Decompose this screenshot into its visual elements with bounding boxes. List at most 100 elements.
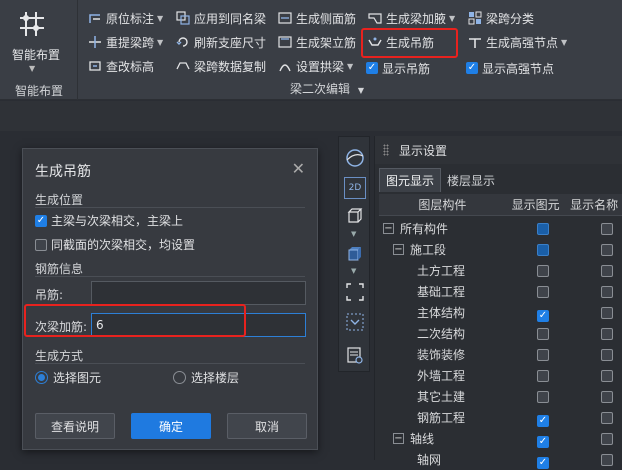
checkbox-unchecked[interactable] [601,432,613,445]
smart-layout-button[interactable] [16,8,48,40]
checkbox-unchecked[interactable] [601,285,613,298]
chevron-down-icon[interactable]: ▼ [351,230,356,238]
radio-select-floor[interactable]: 选择楼层 [173,369,239,386]
respan-button[interactable]: 重提梁跨 ▼ [88,32,163,52]
divider [35,207,305,208]
section-method: 生成方式 [35,349,84,363]
haunch-button[interactable]: 生成梁加腋 ▼ [368,8,455,28]
radio-unchecked[interactable] [173,371,186,384]
elevation-button[interactable]: 查改标高 [88,56,154,76]
2d-view-icon[interactable]: 2D [344,177,366,199]
show-hanger-toggle[interactable]: ✓ 显示吊筋 [366,58,430,78]
span-copy-button[interactable]: 梁跨数据复制 [176,56,266,76]
checkbox-unchecked[interactable] [601,243,613,256]
checkbox-unchecked[interactable] [537,327,549,340]
apply-same-name-button[interactable]: 应用到同名梁 [176,8,266,28]
checkbox-partial[interactable] [537,243,549,256]
checkbox-unchecked[interactable] [601,348,613,361]
chevron-down-icon[interactable]: ▼ [157,38,163,47]
checkbox-unchecked[interactable] [601,369,613,382]
dimension-annotate-button[interactable]: 原位标注 ▼ [88,8,163,28]
chevron-down-icon[interactable]: ▼ [358,86,364,95]
chevron-down-icon[interactable]: ▼ [157,14,163,23]
checkbox-checked[interactable]: ✓ [35,214,47,227]
checkbox-unchecked[interactable] [601,390,613,403]
tree-row[interactable]: − 所有构件 [379,218,622,239]
toolbar-strip [0,101,622,131]
smart-layout-label[interactable]: 智能布置 [6,46,66,63]
chevron-down-icon[interactable]: ▼ [29,64,35,73]
tree-row[interactable]: − 轴线 ✓ [379,428,622,449]
tree-row[interactable]: 装饰装修 [379,344,622,365]
radio-select-element[interactable]: 选择图元 [35,369,101,386]
hanger-input[interactable] [91,281,306,305]
chevron-down-icon[interactable]: ▼ [347,62,353,71]
cancel-button[interactable]: 取消 [227,413,307,439]
checkbox-checked[interactable]: ✓ [366,62,378,74]
option-main-beam[interactable]: ✓ 主梁与次梁相交，主梁上 [35,212,183,229]
help-button[interactable]: 查看说明 [35,413,115,439]
checkbox-unchecked[interactable] [537,348,549,361]
orbit-icon[interactable] [344,147,366,169]
checkbox-unchecked[interactable] [601,327,613,340]
arch-beam-button[interactable]: 设置拱梁 ▼ [278,56,353,76]
checkbox-partial[interactable] [537,222,549,235]
collapse-icon[interactable]: − [393,244,404,255]
checkbox-checked[interactable]: ✓ [537,412,549,427]
tree-row-label: 基础工程 [417,283,465,300]
erect-bar-button[interactable]: 生成架立筋 [278,32,356,52]
display-settings-icon[interactable] [344,345,366,367]
collapse-icon[interactable]: − [393,433,404,444]
checkbox-unchecked[interactable] [601,222,613,235]
tree-row[interactable]: 钢筋工程 ✓ [379,407,622,428]
checkbox-unchecked[interactable] [601,411,613,424]
chevron-down-icon[interactable]: ▼ [561,38,567,47]
checkbox-unchecked[interactable] [35,238,47,251]
tab-element-display[interactable]: 图元显示 [379,168,442,192]
dimension-icon [88,11,102,25]
checkbox-unchecked[interactable] [537,264,549,277]
radio-checked[interactable] [35,371,48,384]
tree-row-name: 所有构件 [400,222,449,236]
fit-view-icon[interactable] [344,281,366,303]
tree-row[interactable]: 土方工程 [379,260,622,281]
solid-cube-icon[interactable] [344,243,366,265]
highlight-box [361,28,458,58]
column-header[interactable]: 显示名称 [565,196,622,213]
column-header[interactable]: 图层构件 [379,196,506,213]
checkbox-unchecked[interactable] [537,390,549,403]
column-header[interactable]: 显示图元 [506,196,566,213]
section-label[interactable]: 梁二次编辑 ▼ [290,80,364,97]
checkbox-checked[interactable]: ✓ [537,307,549,322]
checkbox-unchecked[interactable] [601,306,613,319]
show-high-strength-toggle[interactable]: ✓ 显示高强节点 [466,58,554,78]
select-box-icon[interactable] [344,311,366,333]
checkbox-unchecked[interactable] [537,285,549,298]
option-same-section[interactable]: 同截面的次梁相交，均设置 [35,236,195,253]
tree-row[interactable]: 基础工程 [379,281,622,302]
high-strength-node-button[interactable]: 生成高强节点 ▼ [468,32,567,52]
divider [35,363,305,364]
tree-row[interactable]: 主体结构 ✓ [379,302,622,323]
close-icon[interactable]: ✕ [292,159,305,178]
chevron-down-icon[interactable]: ▼ [351,267,356,275]
drag-handle-icon[interactable] [383,144,389,156]
tree-row-name: 外墙工程 [417,369,466,383]
chevron-down-icon[interactable]: ▼ [449,14,455,23]
refresh-support-button[interactable]: 刷新支座尺寸 [176,32,266,52]
checkbox-unchecked[interactable] [601,264,613,277]
collapse-icon[interactable]: − [383,223,394,234]
radio-label: 选择图元 [53,371,102,385]
cube-icon[interactable] [344,205,366,227]
side-bar-button[interactable]: 生成侧面筋 [278,8,356,28]
tree-row[interactable]: − 施工段 [379,239,622,260]
checkbox-checked[interactable]: ✓ [466,62,478,74]
checkbox-checked[interactable]: ✓ [537,433,549,448]
tree-row[interactable]: 其它土建 [379,386,622,407]
checkbox-unchecked[interactable] [537,369,549,382]
ok-button[interactable]: 确定 [131,413,211,439]
tree-row[interactable]: 二次结构 [379,323,622,344]
tree-row[interactable]: 外墙工程 [379,365,622,386]
span-classify-button[interactable]: 梁跨分类 [468,8,534,28]
tab-floor-display[interactable]: 楼层显示 [441,168,501,192]
